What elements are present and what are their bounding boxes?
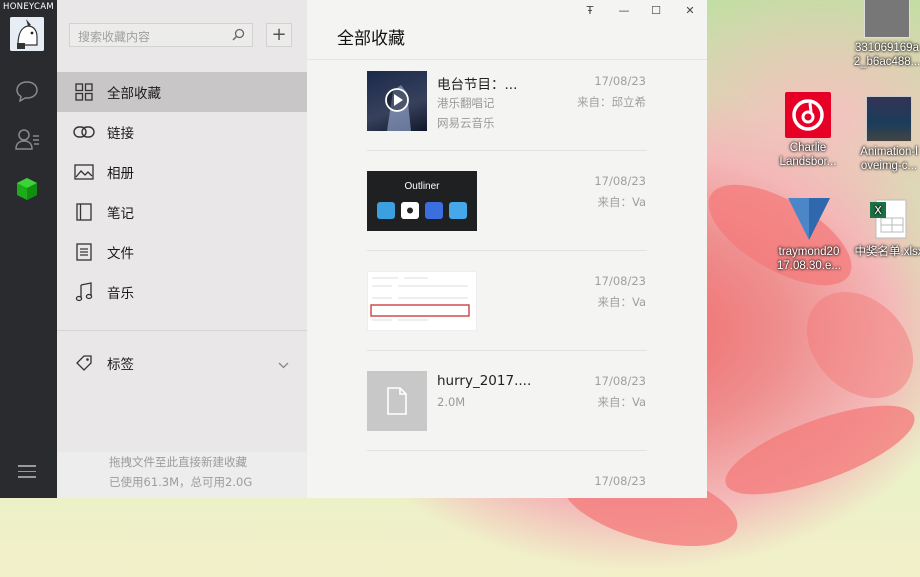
item-separator xyxy=(367,250,647,251)
item-separator xyxy=(367,150,647,151)
desktop-icon-label: 331069169a 2_b6ac488... xyxy=(853,42,920,68)
sidebar-item-tags[interactable]: 标签 xyxy=(57,343,307,383)
sidebar-item-all-favorites[interactable]: 全部收藏 xyxy=(57,72,307,112)
search-placeholder: 搜索收藏内容 xyxy=(78,30,151,44)
desktop-icon-animation[interactable]: Animation-l oveimg-c... xyxy=(850,96,920,173)
desktop-icon-label: 中奖名单.xlsx xyxy=(854,246,920,258)
grid-icon xyxy=(73,81,95,103)
favorite-date: 17/08/23 xyxy=(594,374,646,388)
file-text-icon xyxy=(73,241,95,263)
wallpaper-petal xyxy=(785,270,920,420)
sidebar-item-label: 标签 xyxy=(107,357,134,373)
item-separator xyxy=(367,350,647,351)
music-thumbnail xyxy=(367,71,427,131)
image-icon xyxy=(73,161,95,183)
favorite-item-music[interactable]: 电台节目：... 港乐翻唱记 网易云音乐 17/08/23 来自：邱立希 xyxy=(367,71,647,151)
excel-file-icon: X xyxy=(866,196,912,242)
search-input[interactable]: 搜索收藏内容 xyxy=(69,23,253,47)
favorite-date: 17/08/23 xyxy=(594,74,646,88)
sidebar-item-label: 文件 xyxy=(107,246,134,262)
desktop-icon-label: traymond20 17.08.30.e... xyxy=(777,246,841,272)
desktop-icon-traymond[interactable]: traymond20 17.08.30.e... xyxy=(770,196,848,273)
add-favorite-button[interactable]: + xyxy=(266,23,292,47)
sidebar-item-label: 音乐 xyxy=(107,286,134,302)
favorites-sidebar: 搜索收藏内容 + 全部收藏 链接 相册 笔记 文件 音乐 标签 拖拽文件至此直接… xyxy=(57,0,307,498)
left-navigation-bar: HONEYCAM xyxy=(0,0,57,498)
favorite-item-image[interactable]: Outliner 17/08/23 来自：Va xyxy=(367,171,647,251)
favorite-item-partial[interactable]: 17/08/23 xyxy=(367,471,647,498)
wechat-favorites-window: HONEYCAM 搜索收藏内容 + 全部收藏 链接 相册 笔记 文件 音乐 标签… xyxy=(0,0,707,498)
tag-icon xyxy=(73,352,95,374)
contacts-icon[interactable] xyxy=(14,126,40,152)
sidebar-item-label: 链接 xyxy=(107,126,134,142)
favorites-cube-icon[interactable] xyxy=(14,176,40,202)
traymond-app-icon xyxy=(786,196,832,242)
photo-thumbnail-icon xyxy=(864,0,910,38)
favorite-date: 17/08/23 xyxy=(594,274,646,288)
gif-thumbnail-icon xyxy=(866,96,912,142)
desktop-icon-label: Animation-l oveimg-c... xyxy=(860,146,918,172)
favorite-sender: 来自：邱立希 xyxy=(577,95,646,109)
desktop-icon-photo[interactable]: 331069169a 2_b6ac488... xyxy=(848,0,920,69)
file-icon xyxy=(367,371,427,431)
notebook-icon xyxy=(73,201,95,223)
music-note-icon xyxy=(73,281,95,303)
sidebar-item-label: 相册 xyxy=(107,166,134,182)
header-divider xyxy=(307,59,707,60)
sidebar-item-album[interactable]: 相册 xyxy=(57,152,307,192)
desktop-icon-netease[interactable]: Charlie Landsbor... xyxy=(769,92,847,169)
drag-hint-text: 拖拽文件至此直接新建收藏 xyxy=(109,455,247,469)
sidebar-item-label: 全部收藏 xyxy=(107,86,161,102)
favorite-date: 17/08/23 xyxy=(594,174,646,188)
sidebar-item-links[interactable]: 链接 xyxy=(57,112,307,152)
link-icon xyxy=(73,121,95,143)
chat-icon[interactable] xyxy=(14,78,40,104)
pin-icon[interactable]: Ŧ xyxy=(581,4,599,17)
sidebar-item-notes[interactable]: 笔记 xyxy=(57,192,307,232)
close-button[interactable]: ✕ xyxy=(681,4,699,17)
file-size: 2.0M xyxy=(437,395,466,409)
page-title: 全部收藏 xyxy=(337,29,405,49)
wallpaper-petal xyxy=(715,387,920,513)
brand-watermark: HONEYCAM xyxy=(3,2,55,12)
sidebar-item-files[interactable]: 文件 xyxy=(57,232,307,272)
favorite-app-source: 网易云音乐 xyxy=(437,116,495,130)
favorite-item-screenshot[interactable]: 17/08/23 来自：Va xyxy=(367,271,647,351)
chevron-down-icon[interactable] xyxy=(278,357,289,373)
favorites-main-panel: Ŧ — ☐ ✕ 全部收藏 电台节目：... 港乐翻唱记 网易云音乐 17/08/… xyxy=(307,0,707,498)
maximize-button[interactable]: ☐ xyxy=(647,4,665,17)
favorite-sender: 来自：Va xyxy=(597,195,646,209)
favorite-item-file[interactable]: hurry_2017.... 2.0M 17/08/23 来自：Va xyxy=(367,371,647,451)
sidebar-divider xyxy=(57,330,307,331)
favorite-subtitle: 港乐翻唱记 xyxy=(437,96,495,110)
storage-usage-text: 已使用61.3M，总可用2.0G xyxy=(109,475,253,489)
svg-text:X: X xyxy=(874,204,882,217)
search-icon[interactable] xyxy=(232,28,245,44)
favorite-date: 17/08/23 xyxy=(594,474,646,488)
avatar[interactable] xyxy=(10,17,44,51)
favorite-sender: 来自：Va xyxy=(597,395,646,409)
desktop-icon-label: Charlie Landsbor... xyxy=(779,142,837,168)
minimize-button[interactable]: — xyxy=(615,4,633,17)
favorite-title: hurry_2017.... xyxy=(437,373,532,389)
sidebar-item-label: 笔记 xyxy=(107,206,134,222)
sidebar-item-music[interactable]: 音乐 xyxy=(57,272,307,312)
menu-icon[interactable] xyxy=(18,465,36,482)
screenshot-thumbnail xyxy=(367,271,477,331)
desktop-icon-excel[interactable]: X 中奖名单.xlsx xyxy=(850,196,920,259)
netease-music-icon xyxy=(785,92,831,138)
favorite-title: 电台节目：... xyxy=(437,77,518,93)
favorite-sender: 来自：Va xyxy=(597,295,646,309)
item-separator xyxy=(367,450,647,451)
outliner-image-thumbnail: Outliner xyxy=(367,171,477,231)
